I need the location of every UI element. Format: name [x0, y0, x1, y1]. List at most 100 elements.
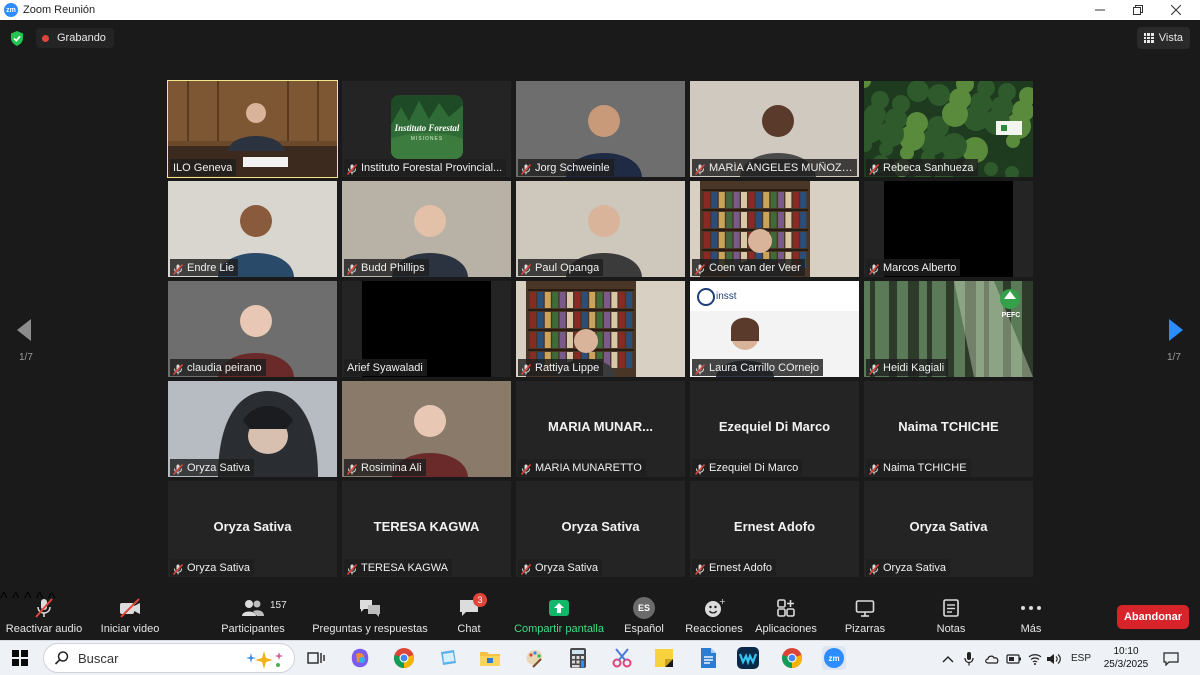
language-button[interactable]: ES Español	[624, 590, 664, 640]
close-button[interactable]	[1158, 0, 1194, 20]
start-video-button[interactable]: Iniciar video	[100, 590, 160, 640]
participant-tile[interactable]: Oryza Sativa Oryza Sativa	[516, 481, 685, 577]
participant-name: Coen van der Veer	[709, 261, 801, 274]
file-explorer-app-icon[interactable]	[478, 646, 502, 670]
input-language-indicator[interactable]: ESP	[1071, 641, 1091, 675]
reactions-label: Reacciones	[685, 623, 743, 635]
minimize-button[interactable]	[1082, 0, 1118, 20]
meeting-toolbar: Reactivar audio ^ Iniciar video ^ 157 Pa…	[0, 590, 1200, 640]
wifi-icon[interactable]	[1028, 641, 1042, 675]
notes-button[interactable]: Notas	[933, 590, 969, 640]
title-bar: zm Zoom Reunión	[0, 0, 1200, 20]
notifications-icon[interactable]	[1163, 641, 1179, 675]
taskbar-clock[interactable]: 10:10 25/3/2025	[1100, 645, 1152, 671]
more-button[interactable]: Más	[1015, 590, 1047, 640]
participant-tile[interactable]: Rosimina Ali	[342, 381, 511, 477]
next-page-arrow-icon[interactable]	[1166, 318, 1186, 342]
participant-name-label: Oryza Sativa	[170, 459, 254, 476]
muted-mic-icon	[172, 362, 184, 376]
participant-tile[interactable]: Budd Phillips	[342, 181, 511, 277]
participant-name: ILO Geneva	[173, 161, 233, 174]
copilot-app-icon[interactable]	[348, 646, 372, 670]
sticky-notes-yellow-app-icon[interactable]	[652, 646, 676, 670]
recording-dot-icon	[42, 34, 49, 42]
more-label: Más	[1020, 623, 1042, 635]
windows-start-icon[interactable]	[12, 650, 28, 666]
participant-name: MARIA MUNARETTO	[535, 461, 642, 474]
participant-tile[interactable]: MARIA MUNAR... MARIA MUNARETTO	[516, 381, 685, 477]
participant-tile[interactable]: Rebeca Sanhueza	[864, 81, 1033, 177]
forestal-logo-text: Instituto Forestal	[394, 123, 460, 133]
chrome-app-icon[interactable]	[392, 646, 416, 670]
minimize-icon	[1095, 9, 1105, 11]
sticky-notes-app-icon[interactable]	[436, 646, 460, 670]
participant-tile[interactable]: TERESA KAGWA TERESA KAGWA	[342, 481, 511, 577]
participant-tile[interactable]: Marcos Alberto	[864, 181, 1033, 277]
leave-meeting-button[interactable]: Abandonar	[1117, 605, 1189, 629]
battery-icon[interactable]	[1006, 641, 1022, 675]
clock-time: 10:10	[1113, 646, 1139, 657]
search-icon	[54, 651, 69, 665]
muted-mic-icon	[694, 562, 706, 576]
encryption-shield-icon[interactable]	[10, 31, 24, 46]
participant-tile[interactable]: insst Laura Carrillo COrnejo	[690, 281, 859, 377]
participant-tile[interactable]: Arief Syawaladi	[342, 281, 511, 377]
participant-tile[interactable]: Jorg Schweinle	[516, 81, 685, 177]
calculator-app-icon[interactable]	[566, 646, 590, 670]
snipping-tool-app-icon[interactable]	[610, 646, 634, 670]
taskbar-search-box[interactable]: Buscar	[43, 643, 295, 673]
microphone-tray-icon[interactable]	[964, 641, 974, 675]
webex-app-icon[interactable]	[736, 646, 760, 670]
volume-icon[interactable]	[1046, 641, 1062, 675]
participant-tile[interactable]: Endre Lie	[168, 181, 337, 277]
zoom-taskbar-app-icon[interactable]: zm	[822, 646, 846, 670]
qa-button[interactable]: Preguntas y respuestas	[312, 590, 428, 640]
participant-tile[interactable]: claudia peirano	[168, 281, 337, 377]
previous-page-arrow-icon[interactable]	[14, 318, 34, 342]
participant-tile[interactable]: Oryza Sativa	[168, 381, 337, 477]
participant-tile[interactable]: Instituto Forestal MISIONES Instituto Fore…	[342, 81, 511, 177]
participant-tile[interactable]: Naima TCHICHE Naima TCHICHE	[864, 381, 1033, 477]
participant-tile[interactable]: Paul Opanga	[516, 181, 685, 277]
participant-tile[interactable]: Rattiya Lippe	[516, 281, 685, 377]
share-screen-button[interactable]: Compartir pantalla	[514, 590, 604, 640]
participant-display-name: MARIA MUNAR...	[548, 419, 653, 434]
forestal-logo-subtext: MISIONES	[410, 136, 444, 142]
participant-tile[interactable]: Oryza Sativa Oryza Sativa	[864, 481, 1033, 577]
participant-name-label: Budd Phillips	[344, 259, 429, 276]
paint-app-icon[interactable]	[522, 646, 546, 670]
zoom-logo-text: zm	[6, 6, 16, 14]
participant-name-label: Jorg Schweinle	[518, 159, 614, 176]
show-hidden-icons-chevron-icon[interactable]	[942, 641, 954, 675]
whiteboards-button[interactable]: Pizarras	[844, 590, 886, 640]
participant-tile[interactable]: Oryza Sativa Oryza Sativa	[168, 481, 337, 577]
video-off-icon	[118, 596, 142, 620]
recording-indicator[interactable]: Grabando	[36, 28, 114, 48]
chat-label: Chat	[457, 623, 481, 635]
participant-tile[interactable]: Ezequiel Di Marco Ezequiel Di Marco	[690, 381, 859, 477]
participant-name: Instituto Forestal Provincial...	[361, 161, 503, 174]
unmute-audio-button[interactable]: Reactivar audio	[6, 590, 82, 640]
apps-label: Aplicaciones	[755, 623, 817, 635]
reactions-button[interactable]: + Reacciones	[685, 590, 743, 640]
onedrive-cloud-icon[interactable]	[984, 641, 1000, 675]
participants-button[interactable]: 157 Participantes	[221, 590, 287, 640]
chat-unread-badge: 3	[473, 593, 487, 607]
participant-tile[interactable]: PEFC Heidi Kagiali	[864, 281, 1033, 377]
restore-button[interactable]	[1120, 0, 1156, 20]
muted-mic-icon	[346, 562, 358, 576]
view-button[interactable]: Vista	[1136, 27, 1190, 49]
participant-tile[interactable]: MARÍA ÁNGELES MUÑOZ ...	[690, 81, 859, 177]
chat-button[interactable]: 3 Chat	[452, 590, 487, 640]
audio-options-caret-icon[interactable]: ^	[0, 590, 8, 607]
close-icon	[1171, 5, 1181, 15]
chrome-second-app-icon[interactable]	[780, 646, 804, 670]
participant-tile[interactable]: Coen van der Veer	[690, 181, 859, 277]
participant-name-label: ILO Geneva	[170, 159, 237, 176]
task-view-icon[interactable]	[304, 646, 328, 670]
participant-tile[interactable]: ILO Geneva	[167, 80, 338, 178]
word-document-app-icon[interactable]	[696, 646, 720, 670]
participant-tile[interactable]: Ernest Adofo Ernest Adofo	[690, 481, 859, 577]
apps-button[interactable]: Aplicaciones	[755, 590, 817, 640]
copilot-sparkle-icon	[246, 651, 283, 669]
